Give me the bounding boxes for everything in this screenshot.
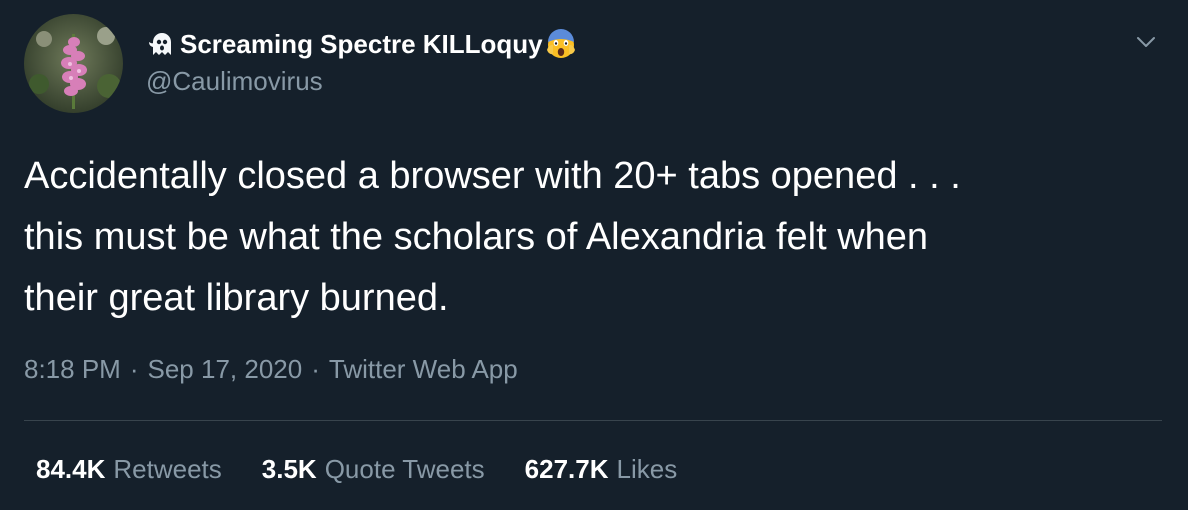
likes-label: Likes	[616, 454, 678, 484]
retweets-label: Retweets	[113, 454, 222, 484]
display-name: Screaming Spectre KILLoquy	[180, 28, 543, 59]
author-handle[interactable]: @Caulimovirus	[146, 66, 323, 97]
screaming-face-emoji-icon	[545, 28, 577, 60]
chevron-down-icon	[1137, 37, 1155, 47]
tweet-text: Accidentally closed a browser with 20+ t…	[24, 155, 961, 319]
tweet-source[interactable]: Twitter Web App	[329, 354, 518, 385]
quote-tweets-stat[interactable]: 3.5K Quote Tweets	[262, 454, 485, 485]
meta-separator: ·	[129, 354, 139, 384]
divider	[24, 420, 1162, 421]
tweet-meta: 8:18 PM · Sep 17, 2020 · Twitter Web App	[24, 354, 518, 385]
quote-tweets-label: Quote Tweets	[324, 454, 485, 484]
tweet-card: Screaming Spectre KILLoquy @Caulimovirus…	[0, 0, 1188, 510]
avatar[interactable]	[24, 14, 123, 113]
likes-count: 627.7K	[524, 454, 609, 484]
tweet-time[interactable]: 8:18 PM	[24, 354, 121, 385]
likes-stat[interactable]: 627.7K Likes	[525, 454, 678, 485]
quote-tweets-count: 3.5K	[261, 454, 317, 484]
ghost-emoji-icon	[146, 28, 178, 60]
engagement-stats: 84.4K Retweets 3.5K Quote Tweets 627.7K …	[36, 454, 677, 485]
retweets-stat[interactable]: 84.4K Retweets	[36, 454, 222, 485]
tweet-date[interactable]: Sep 17, 2020	[148, 354, 303, 385]
retweets-count: 84.4K	[36, 454, 106, 484]
meta-separator: ·	[311, 354, 320, 384]
more-options-button[interactable]	[1128, 24, 1164, 60]
author-name-row[interactable]: Screaming Spectre KILLoquy	[146, 26, 577, 62]
